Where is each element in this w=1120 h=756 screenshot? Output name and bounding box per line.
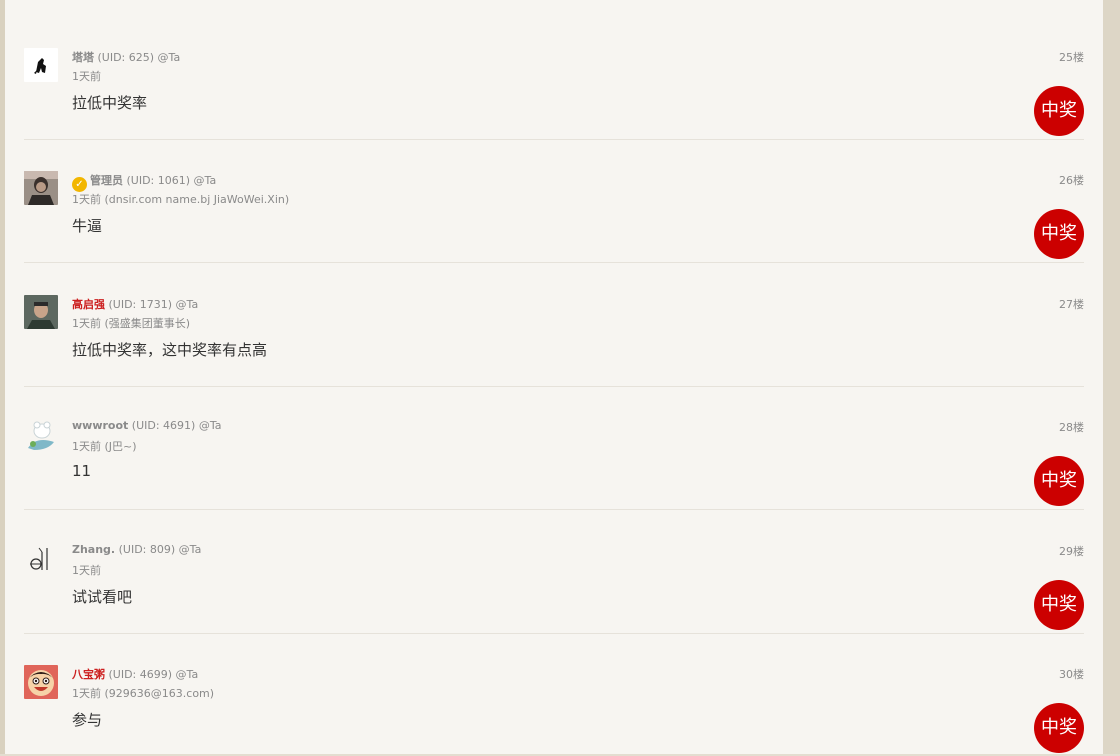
comment-content: 试试看吧 <box>72 588 133 606</box>
award-badge[interactable]: 中奖 <box>1034 86 1084 136</box>
comment-item: 八宝粥 (UID: 4699) @Ta 1天前 (929636@163.com)… <box>24 633 1084 756</box>
man-portrait-avatar[interactable] <box>24 295 58 329</box>
award-badge[interactable]: 中奖 <box>1034 209 1084 259</box>
comment-content: 牛逼 <box>72 217 103 235</box>
author-name[interactable]: 八宝粥 <box>72 668 105 681</box>
comment-timestamp: 1天前 (929636@163.com) <box>72 687 215 700</box>
comment-author-line: 八宝粥 (UID: 4699) @Ta <box>72 666 198 682</box>
ink-horse-avatar[interactable] <box>24 48 58 82</box>
comment-author-line: Zhang. (UID: 809) @Ta <box>72 543 201 556</box>
comment-item: wwwroot (UID: 4691) @Ta 1天前 (J巴~) 11 28楼… <box>24 386 1084 510</box>
floor-number: 27楼 <box>1059 298 1084 311</box>
comment-author-line: 高启强 (UID: 1731) @Ta <box>72 296 198 312</box>
mention-link[interactable]: @Ta <box>179 543 202 556</box>
author-uid: (UID: 1061) <box>126 174 191 187</box>
mention-link[interactable]: @Ta <box>176 668 199 681</box>
floor-number: 30楼 <box>1059 668 1084 681</box>
mention-link[interactable]: @Ta <box>194 174 217 187</box>
comment-timestamp: 1天前 (dnsir.com name.bj JiaWoWei.Xin) <box>72 193 290 206</box>
mention-link[interactable]: @Ta <box>158 51 181 64</box>
comment-content: 参与 <box>72 711 103 729</box>
comment-content: 拉低中奖率，这中奖率有点高 <box>72 341 268 359</box>
comment-content: 11 <box>72 462 92 480</box>
comment-item: Zhang. (UID: 809) @Ta 1天前 试试看吧 29楼 中奖 <box>24 510 1084 634</box>
verified-badge-icon: ✓ <box>72 177 87 192</box>
comment-item: 高启强 (UID: 1731) @Ta 1天前 (强盛集团董事长) 拉低中奖率，… <box>24 263 1084 387</box>
floor-number: 29楼 <box>1059 545 1084 558</box>
author-uid: (UID: 1731) <box>108 298 173 311</box>
mention-link[interactable]: @Ta <box>176 298 199 311</box>
comment-author-line: ✓ 管理员 (UID: 1061) @Ta <box>72 172 216 192</box>
comment-item: ✓ 管理员 (UID: 1061) @Ta 1天前 (dnsir.com name… <box>24 139 1084 263</box>
author-uid: (UID: 4691) <box>131 419 196 432</box>
comment-author-line: 塔塔 (UID: 625) @Ta <box>72 49 180 65</box>
author-uid: (UID: 625) <box>97 51 155 64</box>
author-name[interactable]: 管理员 <box>90 174 123 187</box>
comment-author-line: wwwroot (UID: 4691) @Ta <box>72 419 221 432</box>
author-uid: (UID: 809) <box>118 543 176 556</box>
award-badge[interactable]: 中奖 <box>1034 456 1084 506</box>
comment-timestamp: 1天前 <box>72 564 101 577</box>
line-sketch-avatar[interactable] <box>24 542 58 576</box>
smiling-face-avatar[interactable] <box>24 665 58 699</box>
author-name[interactable]: wwwroot <box>72 419 128 432</box>
award-badge[interactable]: 中奖 <box>1034 580 1084 630</box>
comment-timestamp: 1天前 (J巴~) <box>72 440 137 453</box>
author-name[interactable]: 塔塔 <box>72 51 94 64</box>
comment-item: 塔塔 (UID: 625) @Ta 1天前 拉低中奖率 25楼 中奖 <box>24 16 1084 140</box>
right-scroll-gutter <box>1103 0 1120 754</box>
floor-number: 26楼 <box>1059 174 1084 187</box>
author-name[interactable]: 高启强 <box>72 298 105 311</box>
comment-timestamp: 1天前 (强盛集团董事长) <box>72 317 191 330</box>
cartoon-bear-avatar[interactable] <box>24 418 58 452</box>
award-badge[interactable]: 中奖 <box>1034 703 1084 753</box>
floor-number: 25楼 <box>1059 51 1084 64</box>
person-photo-avatar[interactable] <box>24 171 58 205</box>
comment-timestamp: 1天前 <box>72 70 101 83</box>
author-name[interactable]: Zhang. <box>72 543 115 556</box>
floor-number: 28楼 <box>1059 421 1084 434</box>
comment-content: 拉低中奖率 <box>72 94 148 112</box>
mention-link[interactable]: @Ta <box>199 419 222 432</box>
author-uid: (UID: 4699) <box>108 668 173 681</box>
comment-list: 塔塔 (UID: 625) @Ta 1天前 拉低中奖率 25楼 中奖 ✓ 管理员 … <box>5 0 1103 754</box>
